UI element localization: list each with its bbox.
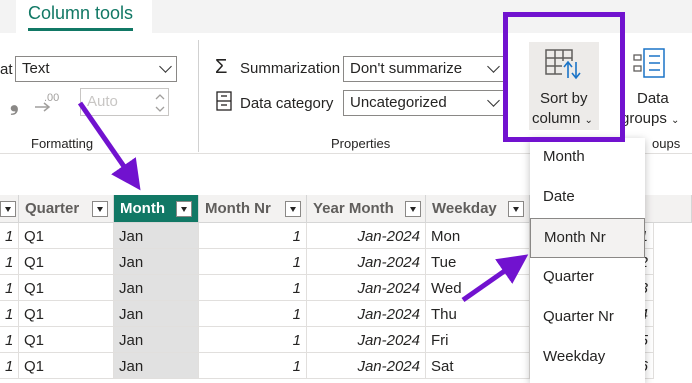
annotation-arrows bbox=[77, 101, 529, 303]
arrow-to-month-nr-item bbox=[461, 254, 529, 303]
arrow-to-month-column bbox=[77, 101, 141, 191]
